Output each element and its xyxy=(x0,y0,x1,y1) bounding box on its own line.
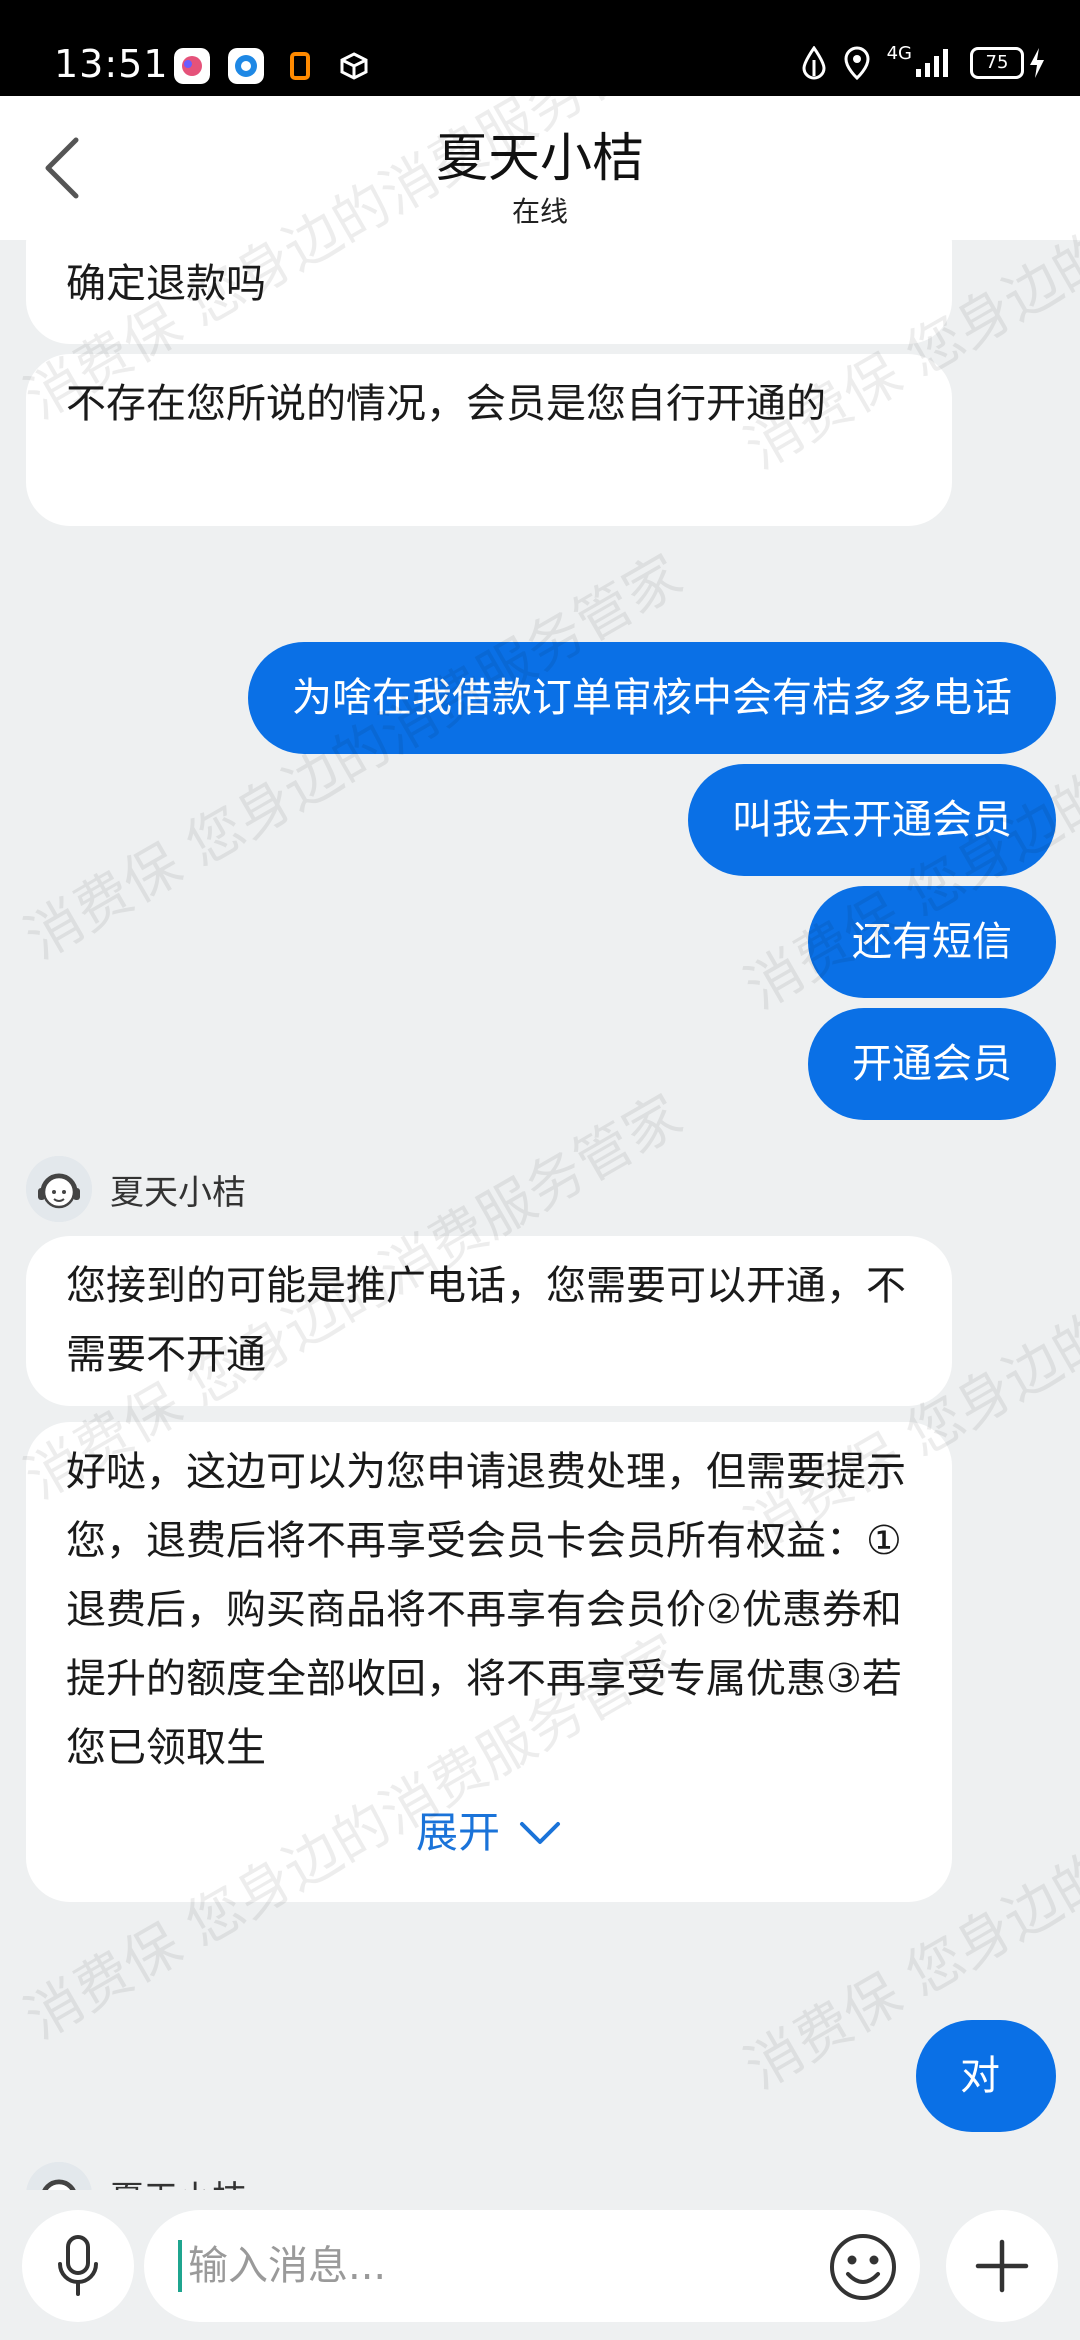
agent-message-bubble: 好哒，这边可以为您申请退费处理，但需要提示您，退费后将不再享受会员卡会员所有权益… xyxy=(26,1422,952,1902)
agent-header: 夏天小桔 xyxy=(26,1156,246,1222)
chat-messages[interactable]: 确定退款吗 不存在您所说的情况，会员是您自行开通的 为啥在我借款订单审核中会有桔… xyxy=(0,240,1080,2190)
app-notification-icon xyxy=(174,48,210,84)
message-text: 确定退款吗 xyxy=(66,261,266,307)
app-notification-icon xyxy=(228,48,264,84)
message-text: 对 xyxy=(960,2053,1000,2099)
notification-icons xyxy=(174,48,372,84)
chat-header: 夏天小桔 在线 xyxy=(0,96,1080,240)
message-text: 不存在您所说的情况，会员是您自行开通的 xyxy=(66,381,826,427)
signal-icon xyxy=(916,49,948,77)
data-saver-icon xyxy=(802,46,826,80)
agent-avatar[interactable] xyxy=(26,1156,92,1222)
agent-message-bubble: 不存在您所说的情况，会员是您自行开通的 xyxy=(26,354,952,526)
app-notification-icon xyxy=(340,52,368,80)
message-text: 开通会员 xyxy=(852,1041,1012,1087)
expand-label: 展开 xyxy=(415,1808,500,1857)
status-right: 4G 75 xyxy=(801,42,1046,80)
message-text: 叫我去开通会员 xyxy=(732,797,1012,843)
text-caret xyxy=(178,2240,182,2292)
online-status: 在线 xyxy=(511,195,568,228)
agent-header: 夏天小桔 xyxy=(26,2162,246,2190)
chevron-down-icon xyxy=(520,1821,560,1844)
emoji-icon[interactable] xyxy=(828,2232,898,2302)
agent-message-bubble: 您接到的可能是推广电话，您需要可以开通，不需要不开通 xyxy=(26,1236,952,1406)
message-input-field[interactable] xyxy=(144,2210,920,2322)
message-text: 好哒，这边可以为您申请退费处理，但需要提示您，退费后将不再享受会员卡会员所有权益… xyxy=(66,1449,906,1771)
chat-title: 夏天小桔 xyxy=(435,129,644,189)
status-time: 13:51 xyxy=(54,42,169,86)
headset-agent-icon xyxy=(26,1156,92,1222)
charging-icon xyxy=(1030,48,1044,78)
location-icon xyxy=(844,46,870,80)
agent-message-bubble: 确定退款吗 xyxy=(26,240,952,344)
status-bar: 13:51 4G 75 xyxy=(0,0,1080,96)
voice-button[interactable] xyxy=(22,2210,134,2322)
agent-name: 夏天小桔 xyxy=(110,1172,246,1213)
message-text: 您接到的可能是推广电话，您需要可以开通，不需要不开通 xyxy=(66,1263,906,1378)
user-message-bubble: 开通会员 xyxy=(808,1008,1056,1120)
agent-avatar[interactable] xyxy=(26,2162,92,2190)
user-message-bubble: 为啥在我借款订单审核中会有桔多多电话 xyxy=(248,642,1056,754)
battery-indicator: 75 xyxy=(970,47,1024,79)
user-message-bubble: 还有短信 xyxy=(808,886,1056,998)
message-input[interactable] xyxy=(186,2242,750,2290)
input-bar xyxy=(0,2190,1080,2340)
user-message-bubble: 对 xyxy=(916,2020,1056,2132)
network-type: 4G xyxy=(886,42,912,64)
app-notification-icon xyxy=(290,52,310,80)
message-text: 还有短信 xyxy=(852,919,1012,965)
expand-button[interactable]: 展开 xyxy=(26,1798,952,1867)
plus-icon xyxy=(975,2239,1029,2293)
user-message-bubble: 叫我去开通会员 xyxy=(688,764,1056,876)
microphone-icon xyxy=(58,2235,98,2296)
headset-agent-icon xyxy=(26,2162,92,2190)
more-options-button[interactable] xyxy=(946,2210,1058,2322)
agent-name: 夏天小桔 xyxy=(110,2171,246,2191)
message-text: 为啥在我借款订单审核中会有桔多多电话 xyxy=(292,675,1012,721)
